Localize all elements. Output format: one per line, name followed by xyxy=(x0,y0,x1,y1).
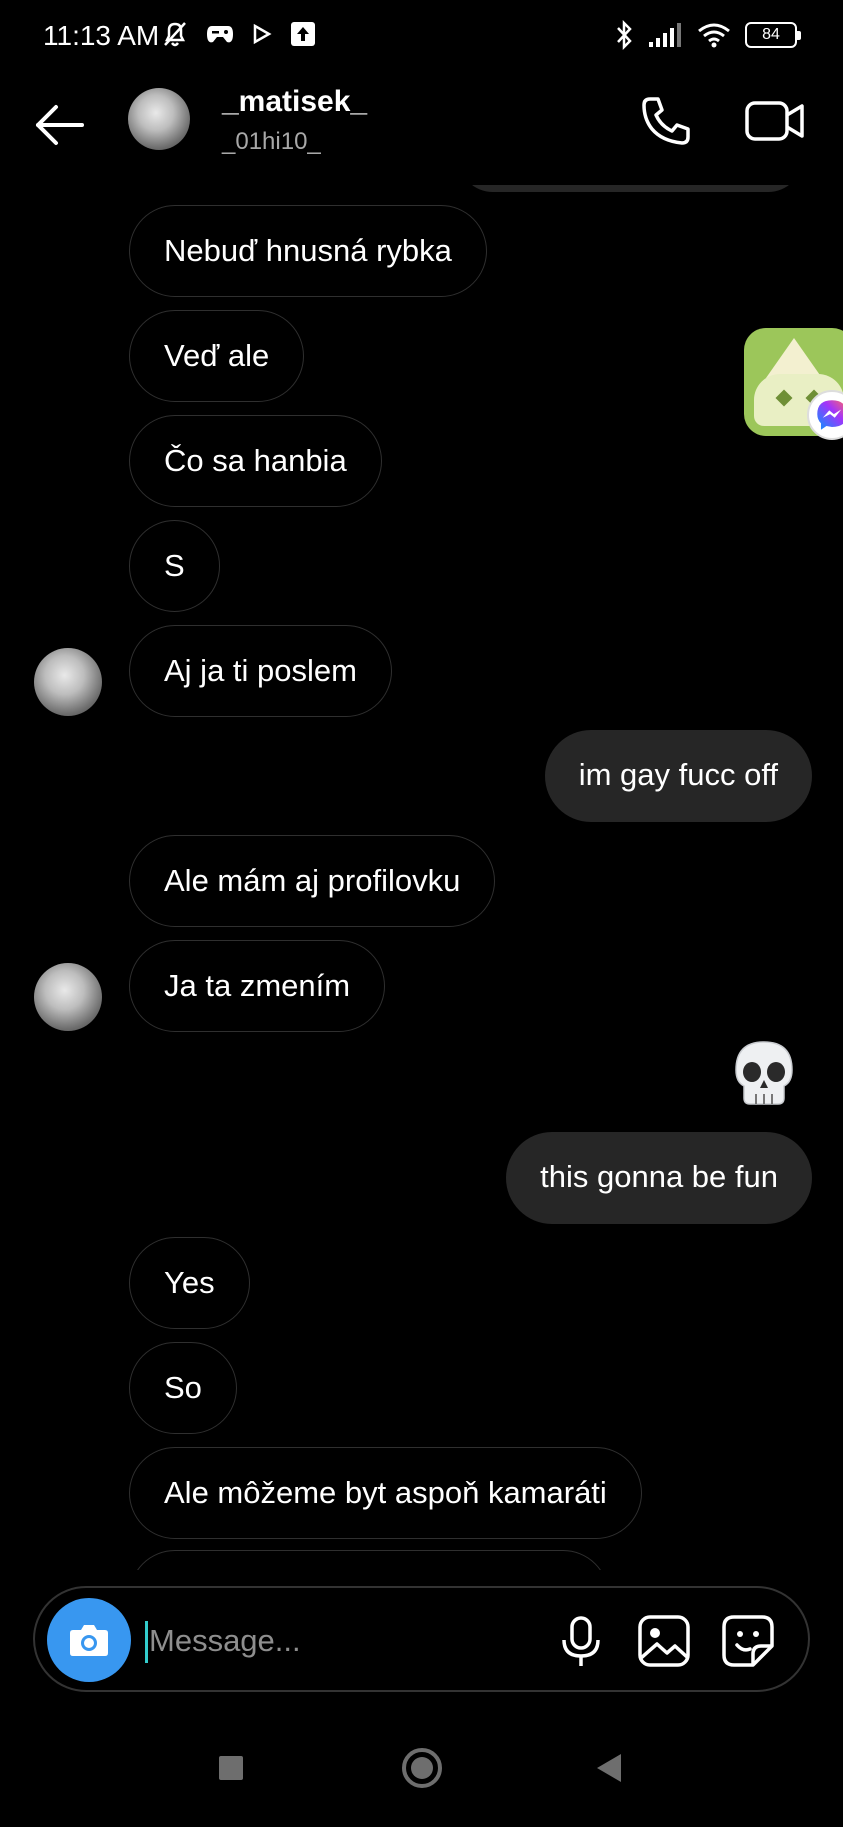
message-bubble-incoming[interactable]: S xyxy=(129,520,220,612)
battery-icon: 84 xyxy=(745,22,801,48)
back-arrow-icon[interactable] xyxy=(32,97,88,153)
status-notification-icons xyxy=(162,20,316,48)
message-bubble-incoming[interactable]: Veď ale xyxy=(129,310,305,402)
contact-avatar[interactable] xyxy=(128,88,190,150)
message-bubble-incoming[interactable]: Ja ta zmením xyxy=(129,940,386,1032)
partial-message-bubble xyxy=(129,1550,609,1570)
game-icon xyxy=(207,26,233,43)
status-system-icons: 84 xyxy=(615,20,801,50)
upload-icon xyxy=(291,22,315,46)
nav-back-button[interactable] xyxy=(597,1754,621,1782)
home-button[interactable] xyxy=(402,1748,442,1788)
camera-icon xyxy=(70,1625,108,1656)
system-navigation-bar xyxy=(0,1720,843,1827)
message-thread[interactable]: Nebuď hnusná rybka Veď ale Čo sa hanbia … xyxy=(0,160,843,1570)
status-bar: 11:13 AM 84 xyxy=(0,0,843,75)
wifi-icon xyxy=(698,23,730,48)
camera-button[interactable] xyxy=(47,1598,131,1682)
contact-subtitle[interactable]: _01hi10_ xyxy=(222,128,321,156)
message-bubble-incoming[interactable]: So xyxy=(129,1342,237,1434)
message-bubble-incoming[interactable]: Čo sa hanbia xyxy=(129,415,382,507)
mute-bell-icon xyxy=(164,22,186,47)
contact-username[interactable]: _matisek_ xyxy=(222,85,367,119)
message-bubble-incoming[interactable]: Ale mám aj profilovku xyxy=(129,835,496,927)
skull-emoji-message[interactable] xyxy=(728,1038,800,1110)
message-bubble-outgoing[interactable]: im gay fucc off xyxy=(544,730,812,822)
message-bubble-incoming[interactable]: Ale môžeme byt aspoň kamaráti xyxy=(129,1447,642,1539)
gallery-icon[interactable] xyxy=(635,1612,693,1670)
text-cursor xyxy=(145,1621,148,1663)
sticker-icon[interactable] xyxy=(719,1612,777,1670)
bluetooth-icon xyxy=(617,20,632,50)
sender-avatar[interactable] xyxy=(34,648,102,716)
chat-header: _matisek_ _01hi10_ xyxy=(0,75,843,185)
message-input[interactable] xyxy=(149,1616,529,1666)
video-camera-icon[interactable] xyxy=(744,93,806,149)
signal-icon xyxy=(649,23,681,47)
microphone-icon[interactable] xyxy=(555,1614,607,1670)
message-bubble-incoming[interactable]: Aj ja ti poslem xyxy=(129,625,392,717)
status-time: 11:13 AM xyxy=(43,20,160,51)
sender-avatar[interactable] xyxy=(34,963,102,1031)
message-bubble-outgoing[interactable]: this gonna be fun xyxy=(506,1132,812,1224)
phone-icon[interactable] xyxy=(638,93,694,149)
message-bubble-incoming[interactable]: Nebuď hnusná rybka xyxy=(129,205,487,297)
recent-apps-button[interactable] xyxy=(219,1756,243,1780)
message-bubble-incoming[interactable]: Yes xyxy=(129,1237,250,1329)
play-icon xyxy=(253,23,272,45)
message-composer xyxy=(33,1586,810,1692)
